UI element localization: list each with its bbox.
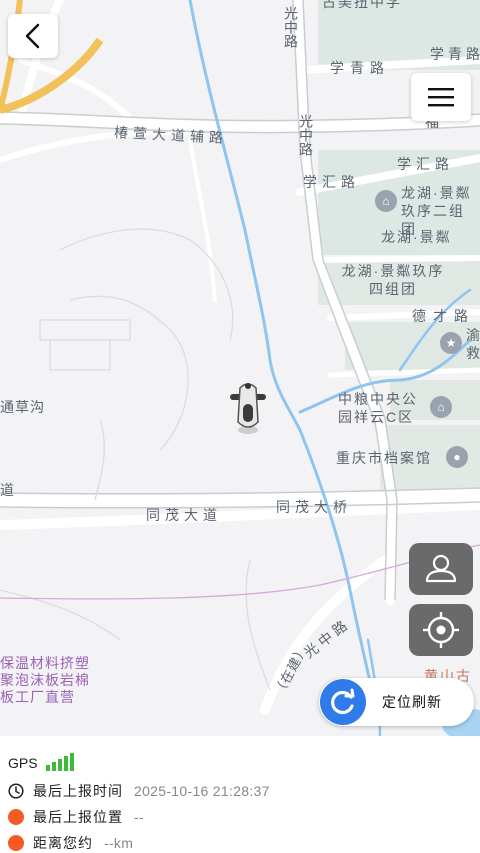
gps-status: GPS: [8, 753, 76, 771]
location-dot-icon: [8, 809, 24, 825]
locate-button[interactable]: [409, 604, 473, 656]
road-label-dao: 道: [0, 482, 16, 498]
signal-bar: [45, 765, 50, 771]
pin-poi-icon: ●: [446, 446, 468, 468]
signal-strength-icon: [45, 753, 76, 771]
road-label-xueqing: 学青路: [330, 60, 390, 76]
poi-yu-jiu[interactable]: 渝救: [466, 326, 480, 362]
signal-bar: [51, 762, 56, 771]
signal-bar: [69, 753, 74, 771]
person-icon: [425, 554, 457, 583]
road-label-guangzhong: 光中路: [283, 6, 299, 48]
signal-bar: [63, 756, 68, 771]
refresh-location-button[interactable]: 定位刷新: [319, 678, 474, 726]
person-location-button[interactable]: [409, 543, 473, 595]
last-report-time-label: 最后上报时间: [33, 783, 123, 799]
map-base: [0, 0, 480, 736]
poi-zhongliang[interactable]: 中粮中央公园祥云C区: [338, 390, 430, 426]
signal-bar: [57, 759, 62, 771]
last-report-location-row: 最后上报位置 --: [8, 807, 144, 827]
back-button[interactable]: [8, 14, 58, 58]
poi-longhu[interactable]: 龙湖·景粼: [381, 228, 452, 246]
chevron-left-icon: [25, 23, 40, 49]
star-poi-icon: ★: [440, 332, 462, 354]
last-report-location-value: --: [134, 809, 144, 825]
road-label-tongmao-bridge: 同茂大桥: [276, 499, 352, 515]
distance-value: --km: [104, 835, 134, 851]
road-label-decai: 德才路: [412, 308, 475, 324]
refresh-label: 定位刷新: [382, 694, 442, 710]
poi-archives[interactable]: 重庆市档案馆: [336, 449, 432, 467]
menu-button[interactable]: [411, 73, 471, 121]
road-label-xuehui: 学汇路: [303, 174, 360, 190]
road-label-guangzhong-2: 光中路: [298, 114, 314, 156]
crosshair-icon: [423, 612, 459, 648]
road-label-tongmao-avenue: 同茂大道: [146, 507, 222, 523]
distance-label: 距离您约: [33, 835, 93, 851]
refresh-icon: [320, 679, 366, 725]
road-label-school: 古美扭中学: [322, 0, 402, 10]
clock-icon: [8, 783, 24, 799]
last-report-time-value: 2025-10-16 21:28:37: [134, 783, 270, 799]
poi-factory[interactable]: 保温材料挤塑聚泡沫板岩棉板工厂直营: [0, 655, 98, 706]
distance-dot-icon: [8, 835, 24, 851]
last-report-time-row: 最后上报时间 2025-10-16 21:28:37: [8, 781, 270, 801]
poi-tongcaogou: 通草沟: [0, 399, 45, 415]
road-label-xueqing-east: 学青路: [430, 46, 480, 62]
scooter-icon[interactable]: [228, 378, 268, 441]
gps-label: GPS: [8, 755, 38, 771]
hamburger-menu-icon: [428, 88, 454, 107]
poi-longhu-4[interactable]: 龙湖·景粼玖序四组团: [334, 262, 452, 298]
residence-icon: ⌂: [430, 396, 452, 418]
last-report-location-label: 最后上报位置: [33, 809, 123, 825]
status-panel: GPS 最后上报时间 2025-10-16 21:28:37 最后上报位置 --…: [0, 736, 480, 853]
map-view[interactable]: 光中路 古美扭中学 学青路 学青路 椿萱大道辅路 光中路 福 学汇路 学汇路 德…: [0, 0, 480, 736]
residence-icon: ⌂: [375, 190, 397, 212]
distance-row: 距离您约 --km: [8, 833, 133, 853]
road-label-xuehui-east: 学汇路: [397, 156, 454, 172]
